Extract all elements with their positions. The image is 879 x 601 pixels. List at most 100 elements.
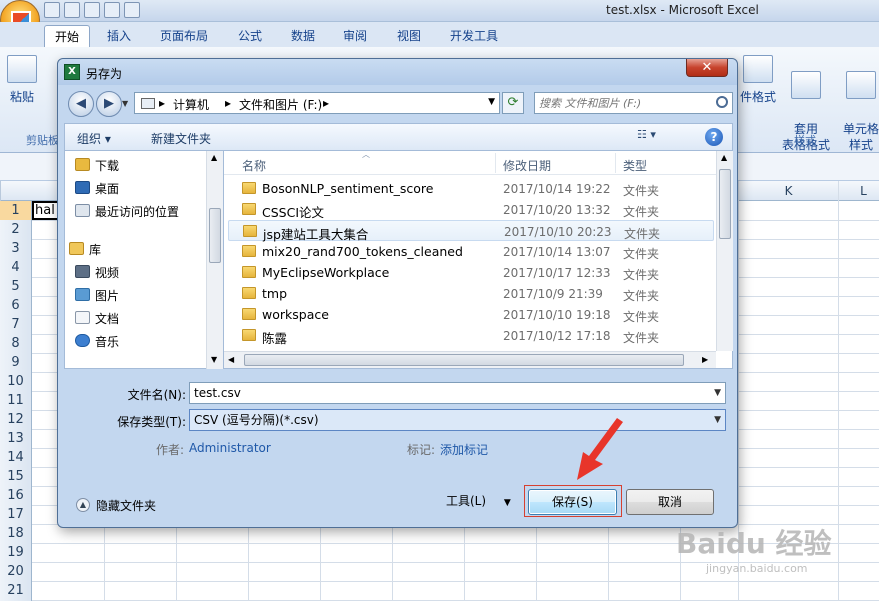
row-header[interactable]: 1 [0, 201, 32, 221]
save-icon[interactable] [44, 2, 60, 18]
list-item[interactable]: workspace 2017/10/10 19:18 文件夹 [228, 304, 714, 325]
tab-page-layout[interactable]: 页面布局 [150, 25, 218, 47]
list-item[interactable]: BosonNLP_sentiment_score 2017/10/14 19:22… [228, 178, 714, 199]
row-header[interactable]: 21 [0, 581, 32, 601]
search-box[interactable] [534, 92, 733, 114]
customize-qat-icon[interactable] [124, 2, 140, 18]
refresh-button[interactable]: ⟳ [502, 92, 524, 114]
column-header-k[interactable]: K [738, 181, 838, 201]
close-button[interactable]: ✕ [686, 59, 728, 77]
file-list-hscroll-thumb[interactable] [244, 354, 684, 366]
nav-scrollbar[interactable]: ▲ ▼ [206, 151, 223, 369]
cell-a1[interactable]: hal [32, 201, 60, 220]
row-header[interactable]: 18 [0, 524, 32, 544]
tab-formulas[interactable]: 公式 [228, 25, 272, 47]
row-header[interactable]: 9 [0, 353, 32, 373]
row-header[interactable]: 10 [0, 372, 32, 392]
tab-data[interactable]: 数据 [281, 25, 325, 47]
column-type[interactable]: 类型 [623, 157, 647, 174]
redo-icon[interactable] [84, 2, 100, 18]
column-date[interactable]: 修改日期 [503, 157, 551, 174]
row-header[interactable]: 15 [0, 467, 32, 487]
chevron-down-icon[interactable]: ▼ [714, 383, 721, 403]
tab-developer[interactable]: 开发工具 [440, 25, 508, 47]
new-folder-button[interactable]: 新建文件夹 [151, 130, 211, 147]
cell-styles-button[interactable]: 单元格 样式 [838, 55, 879, 153]
conditional-format-button[interactable]: 件格式 [735, 55, 781, 105]
row-header[interactable]: 19 [0, 543, 32, 563]
paste-button[interactable]: 粘贴 [4, 55, 40, 105]
column-separator[interactable] [495, 153, 496, 173]
views-button[interactable]: ☷ ▾ [637, 128, 673, 146]
column-separator[interactable] [615, 153, 616, 173]
cancel-button[interactable]: 取消 [626, 489, 714, 515]
filetype-select[interactable]: CSV (逗号分隔)(*.csv) ▼ [189, 409, 726, 431]
file-list-vscrollbar[interactable]: ▲ [716, 151, 733, 351]
nav-item-downloads[interactable]: 下载 [75, 157, 119, 174]
nav-item-recent[interactable]: 最近访问的位置 [75, 203, 179, 220]
tab-home[interactable]: 开始 [44, 25, 91, 47]
row-header[interactable]: 13 [0, 429, 32, 449]
author-value[interactable]: Administrator [189, 441, 271, 455]
tab-view[interactable]: 视图 [387, 25, 431, 47]
breadcrumb-computer[interactable]: 计算机 [173, 96, 209, 113]
organize-button[interactable]: 组织 ▾ [77, 130, 111, 147]
list-item[interactable]: 陈露 2017/10/12 17:18 文件夹 [228, 325, 714, 346]
nav-scroll-thumb[interactable] [209, 208, 221, 263]
dialog-titlebar[interactable]: X 另存为 ✕ [58, 59, 737, 85]
row-header[interactable]: 20 [0, 562, 32, 582]
hide-folders-toggle[interactable]: ▲ 隐藏文件夹 [76, 497, 156, 514]
row-header[interactable]: 7 [0, 315, 32, 335]
nav-item-desktop[interactable]: 桌面 [75, 180, 119, 197]
undo-icon[interactable] [64, 2, 80, 18]
select-all-corner[interactable] [0, 181, 32, 201]
nav-item-pictures[interactable]: 图片 [75, 287, 119, 304]
tab-review[interactable]: 审阅 [333, 25, 377, 47]
row-header[interactable]: 16 [0, 486, 32, 506]
back-button[interactable]: ◀ [68, 91, 94, 117]
nav-item-libraries[interactable]: 库 [69, 241, 101, 258]
address-dropdown-icon[interactable]: ▼ [488, 97, 495, 107]
column-name[interactable]: 名称 [242, 157, 266, 174]
row-header[interactable]: 6 [0, 296, 32, 316]
list-item[interactable]: MyEclipseWorkplace 2017/10/17 12:33 文件夹 [228, 262, 714, 283]
row-header[interactable]: 8 [0, 334, 32, 354]
address-bar[interactable]: ▸ 计算机 ▸ 文件和图片 (F:) ▸ ▼ [134, 92, 500, 114]
nav-item-music[interactable]: 音乐 [75, 333, 119, 350]
scroll-down-icon[interactable]: ▼ [211, 355, 217, 364]
scroll-left-icon[interactable]: ◀ [228, 355, 234, 364]
row-header[interactable]: 5 [0, 277, 32, 297]
breadcrumb-drive[interactable]: 文件和图片 (F:) [239, 96, 322, 113]
file-list-vscroll-thumb[interactable] [719, 169, 731, 239]
tab-insert[interactable]: 插入 [97, 25, 141, 47]
list-item[interactable]: mix20_rand700_tokens_cleaned 2017/10/14 1… [228, 241, 714, 262]
recent-pages-dropdown[interactable]: ▼ [122, 99, 128, 108]
save-button[interactable]: 保存(S) [528, 489, 617, 515]
tags-value[interactable]: 添加标记 [440, 441, 488, 458]
row-header[interactable]: 17 [0, 505, 32, 525]
search-icon[interactable] [716, 96, 728, 108]
row-header[interactable]: 11 [0, 391, 32, 411]
forward-button[interactable]: ▶ [96, 91, 122, 117]
column-header-l[interactable]: L [838, 181, 879, 201]
filename-field[interactable]: test.csv ▼ [189, 382, 726, 404]
scroll-right-icon[interactable]: ▶ [702, 355, 708, 364]
help-icon[interactable]: ? [705, 128, 723, 146]
tools-button[interactable]: 工具(L) ▼ [446, 492, 511, 509]
scroll-up-icon[interactable]: ▲ [721, 153, 727, 162]
row-header[interactable]: 4 [0, 258, 32, 278]
nav-item-videos[interactable]: 视频 [75, 264, 119, 281]
row-header[interactable]: 14 [0, 448, 32, 468]
nav-item-documents[interactable]: 文档 [75, 310, 119, 327]
row-header[interactable]: 2 [0, 220, 32, 240]
list-item[interactable]: jsp建站工具大集合 2017/10/10 20:23 文件夹 [228, 220, 714, 242]
file-list-hscrollbar[interactable]: ◀ ▶ [224, 351, 716, 368]
list-item[interactable]: CSSCI论文 2017/10/20 13:32 文件夹 [228, 199, 714, 220]
chevron-down-icon[interactable]: ▼ [714, 410, 721, 430]
list-item[interactable]: tmp 2017/10/9 21:39 文件夹 [228, 283, 714, 304]
search-input[interactable] [539, 95, 709, 111]
scroll-up-icon[interactable]: ▲ [211, 153, 217, 162]
row-header[interactable]: 12 [0, 410, 32, 430]
print-preview-icon[interactable] [104, 2, 120, 18]
row-header[interactable]: 3 [0, 239, 32, 259]
